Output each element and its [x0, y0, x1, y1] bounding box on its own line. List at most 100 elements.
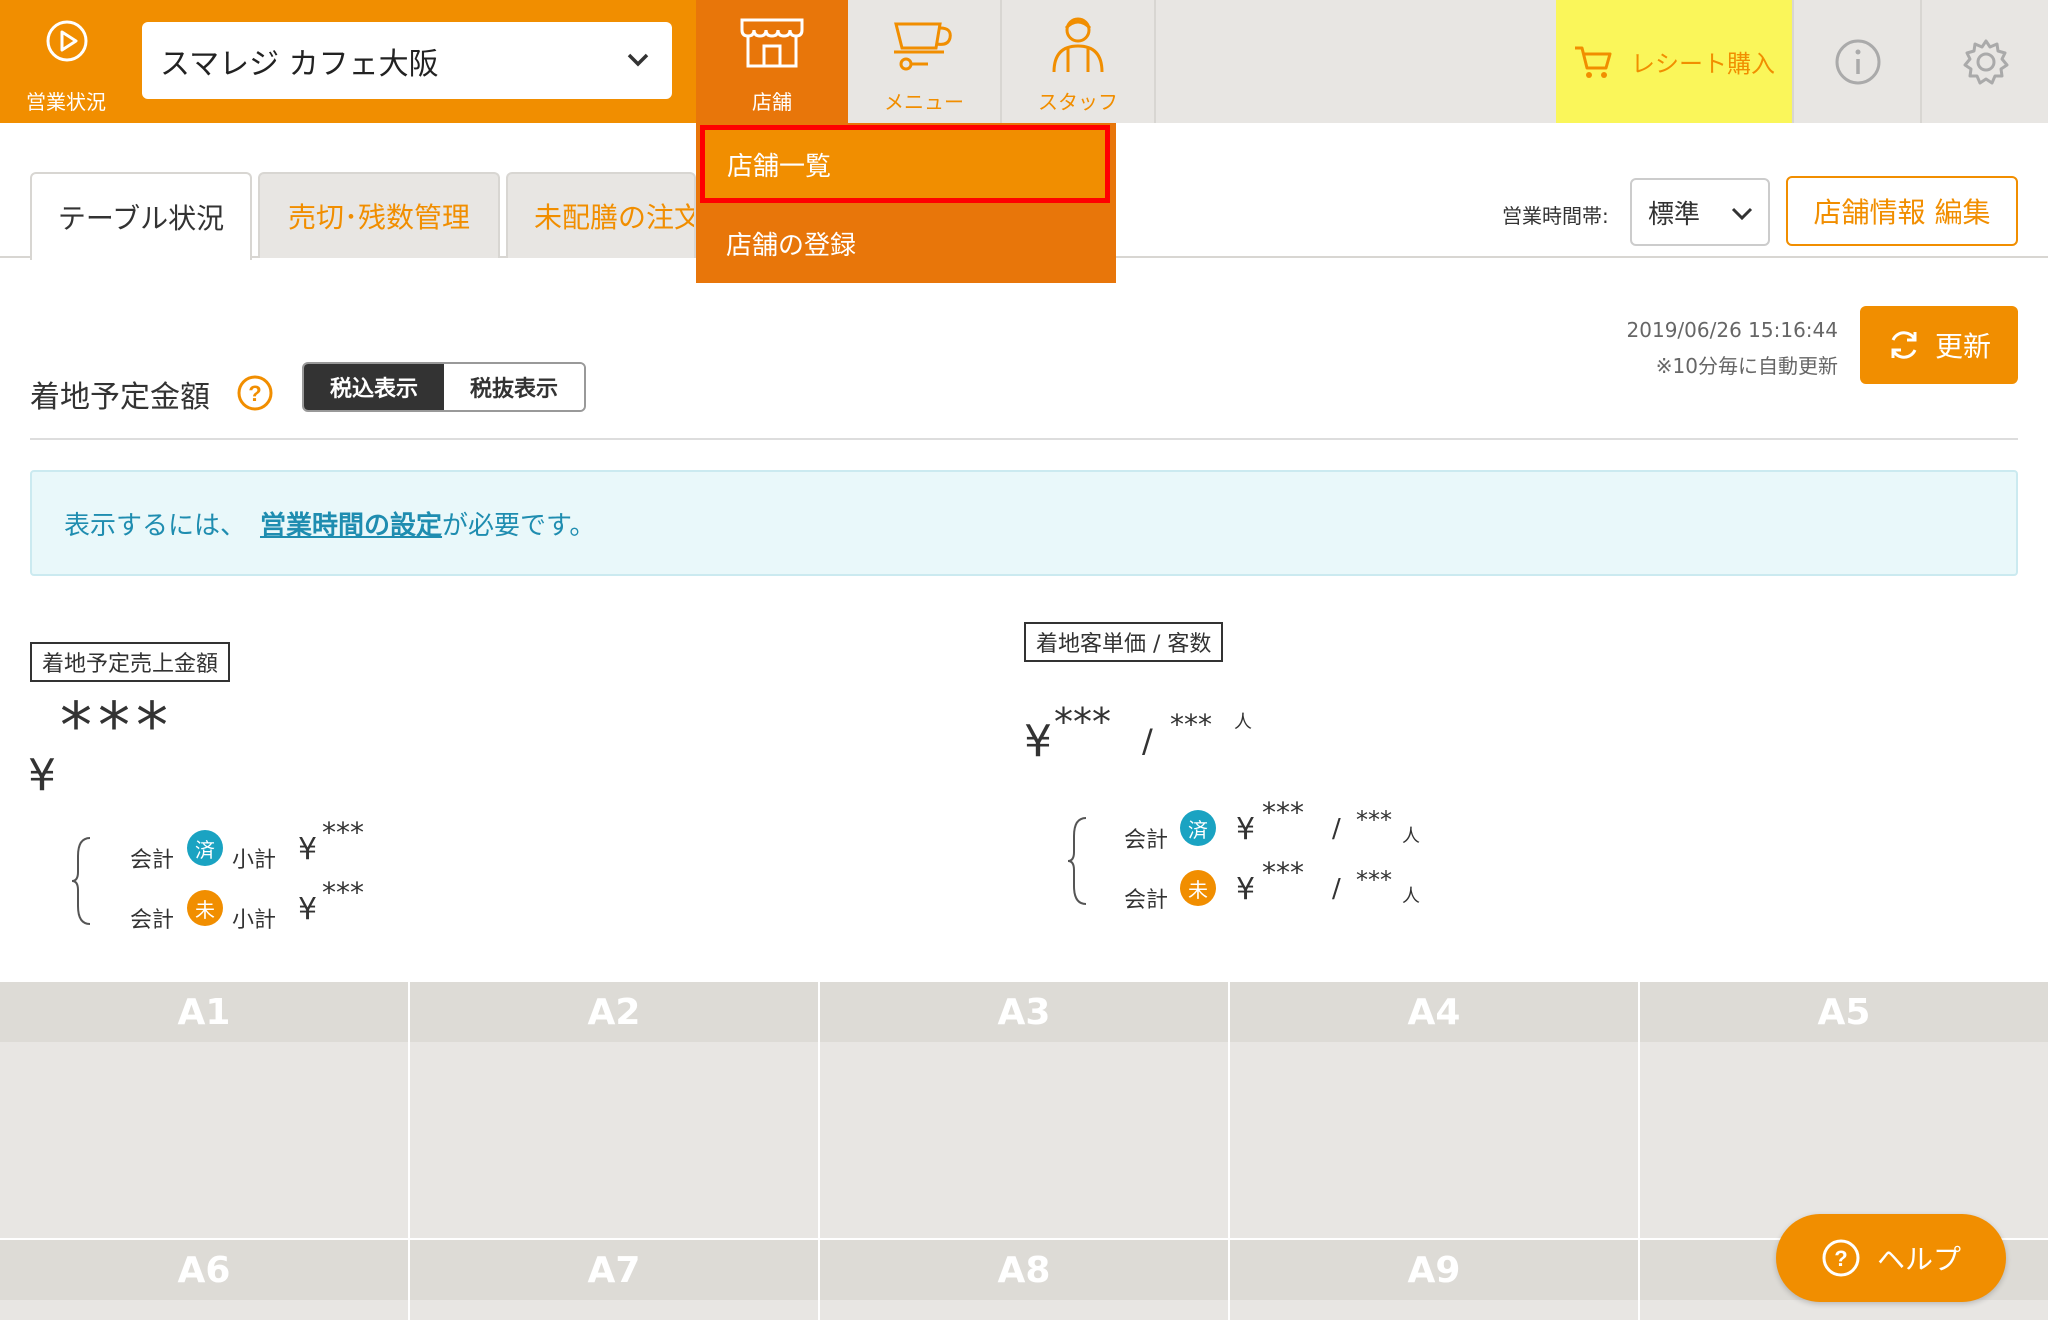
cup-icon	[894, 22, 952, 71]
edit-store-button[interactable]: 店舗情報 編集	[1786, 176, 2018, 246]
refresh-icon	[1891, 331, 1917, 359]
sales-row-2-yen: ¥	[298, 892, 318, 927]
unpaid-badge: 未	[187, 890, 223, 926]
pc-row-2-slash: /	[1332, 874, 1341, 904]
play-circle-icon	[46, 20, 88, 62]
table-name: A7	[410, 1240, 818, 1300]
refresh-button[interactable]: 更新	[1860, 306, 2018, 384]
sales-row-1-post: 小計	[232, 848, 277, 873]
sales-row-1-yen: ¥	[298, 832, 318, 867]
nav-menu[interactable]: メニュー	[848, 0, 1002, 123]
nav-staff[interactable]: スタッフ	[1002, 0, 1156, 123]
sales-label: 着地予定売上金額	[30, 642, 231, 682]
table-card-a5[interactable]: A5	[1640, 982, 2048, 1238]
sales-value: ***	[60, 690, 174, 764]
tax-included-option[interactable]: 税込表示	[304, 364, 444, 410]
table-card-a9[interactable]: A9	[1230, 1240, 1638, 1320]
per-customer-unit: 人	[1234, 712, 1252, 733]
gear-icon	[1963, 39, 2009, 85]
business-status-button[interactable]: 営業状況	[0, 0, 132, 123]
chevron-down-icon	[1731, 207, 1753, 221]
tab-unserved-orders[interactable]: 未配膳の注文	[506, 172, 696, 258]
settings-button[interactable]	[1920, 0, 2048, 123]
table-name: A8	[820, 1240, 1228, 1300]
table-name: A4	[1230, 982, 1638, 1042]
store-select-area: スマレジ カフェ大阪	[132, 0, 696, 123]
nav-staff-label: スタッフ	[1038, 90, 1118, 114]
table-name: A6	[0, 1240, 408, 1300]
refresh-label: 更新	[1934, 330, 1991, 363]
receipt-label: レシート購入	[1631, 50, 1775, 78]
table-card-a6[interactable]: A6	[0, 1240, 408, 1320]
unpaid-badge: 未	[1180, 870, 1216, 906]
pc-row-1-pre: 会計	[1124, 828, 1169, 853]
nav-store[interactable]: 店舗	[696, 0, 848, 123]
brace-icon	[1067, 817, 1087, 905]
tab-soldout[interactable]: 売切･残数管理	[258, 172, 500, 258]
menu-item-store-list[interactable]: 店舗一覧	[700, 125, 1110, 203]
pc-row-2-pre: 会計	[1124, 888, 1169, 913]
table-grid: A1 A2 A3 A4 A5 A6 A7 A8 A9	[0, 982, 2048, 1320]
info-icon	[1835, 39, 1881, 85]
divider	[30, 438, 2018, 440]
pc-row-1-value: ***	[1262, 796, 1304, 829]
table-name: A5	[1640, 982, 2048, 1042]
pc-row-2-unit: 人	[1402, 886, 1420, 907]
sales-yen: ¥	[28, 750, 56, 801]
pc-row-2-yen: ¥	[1236, 872, 1256, 907]
expected-amount-title: 着地予定金額	[30, 380, 210, 415]
time-band-label: 営業時間帯:	[1502, 204, 1609, 228]
per-customer-slash: /	[1142, 722, 1153, 760]
chevron-down-icon	[627, 53, 649, 67]
table-card-a3[interactable]: A3	[820, 982, 1228, 1238]
pc-row-1-unit: 人	[1402, 826, 1420, 847]
top-header: 営業状況 スマレジ カフェ大阪 店舗 メニュー スタッフ レシート購入	[0, 0, 2048, 123]
help-label: ヘルプ	[1876, 1243, 1961, 1276]
tax-excluded-option[interactable]: 税抜表示	[444, 364, 584, 410]
cart-icon	[1575, 46, 1612, 78]
per-customer-yen: ¥	[1024, 716, 1052, 767]
tab-table-status[interactable]: テーブル状況	[30, 172, 252, 260]
table-card-a4[interactable]: A4	[1230, 982, 1638, 1238]
per-customer-label: 着地客単価 / 客数	[1024, 622, 1224, 662]
table-card-a1[interactable]: A1	[0, 982, 408, 1238]
pc-row-1-count: ***	[1356, 806, 1392, 834]
staff-icon	[1052, 17, 1104, 73]
table-card-a2[interactable]: A2	[410, 982, 818, 1238]
sales-row-2-post: 小計	[232, 908, 277, 933]
business-hours-link[interactable]: 営業時間の設定	[260, 505, 442, 542]
menu-item-store-register[interactable]: 店舗の登録	[696, 203, 1116, 283]
table-name: A1	[0, 982, 408, 1042]
notice-suffix: が必要です。	[442, 510, 596, 541]
pc-row-2-count: ***	[1356, 866, 1392, 894]
notice-banner: 表示するには、 営業時間の設定 が必要です。	[30, 470, 2018, 576]
store-name: スマレジ カフェ大阪	[160, 46, 439, 82]
notice-prefix: 表示するには、	[64, 510, 247, 541]
paid-badge: 済	[187, 830, 223, 866]
info-button[interactable]	[1792, 0, 1920, 123]
svg-text:?: ?	[1834, 1246, 1847, 1271]
time-band-select[interactable]: 標準	[1630, 178, 1770, 246]
pc-row-2-value: ***	[1262, 856, 1304, 889]
sales-row-2-value: ***	[322, 876, 364, 909]
last-updated-timestamp: 2019/06/26 15:16:44	[1626, 318, 1838, 342]
sales-row-1-pre: 会計	[130, 848, 175, 873]
table-name: A2	[410, 982, 818, 1042]
receipt-purchase-button[interactable]: レシート購入	[1556, 0, 1792, 123]
question-icon[interactable]: ?	[236, 374, 274, 412]
table-card-a8[interactable]: A8	[820, 1240, 1228, 1320]
store-dropdown-menu: 店舗一覧 店舗の登録	[696, 123, 1116, 283]
table-card-a7[interactable]: A7	[410, 1240, 818, 1320]
svg-text:?: ?	[248, 381, 261, 406]
question-icon: ?	[1822, 1239, 1860, 1277]
pc-row-1-slash: /	[1332, 814, 1341, 844]
nav-store-label: 店舗	[752, 90, 792, 114]
sales-row-1-value: ***	[322, 816, 364, 849]
brace-icon	[71, 837, 91, 925]
help-button[interactable]: ? ヘルプ	[1776, 1214, 2006, 1302]
storefront-icon	[740, 18, 804, 68]
pc-row-1-yen: ¥	[1236, 812, 1256, 847]
store-select[interactable]: スマレジ カフェ大阪	[142, 22, 672, 99]
sales-row-2-pre: 会計	[130, 908, 175, 933]
table-name: A9	[1230, 1240, 1638, 1300]
